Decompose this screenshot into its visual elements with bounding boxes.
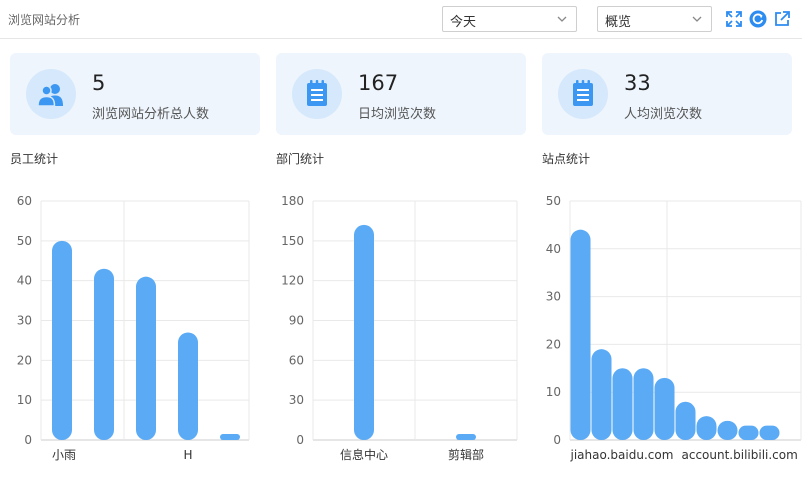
notepad-icon — [573, 80, 593, 106]
bar — [591, 349, 612, 440]
y-tick-label: 30 — [546, 290, 561, 304]
stat-label: 日均浏览次数 — [358, 107, 437, 122]
section-title-site: 站点统计 — [542, 152, 591, 166]
y-tick-label: 40 — [17, 274, 32, 288]
dept-bar-chart: 0 30 60 90 120 150 180 信息中心 剪辑部 — [281, 194, 518, 462]
x-tick-label: 小雨 — [52, 448, 76, 462]
stat-value: 33 — [624, 71, 651, 95]
bar — [178, 332, 198, 440]
view-select-value: 概览 — [605, 15, 632, 30]
y-tick-label: 120 — [281, 274, 304, 288]
y-tick-label: 60 — [289, 353, 304, 367]
y-tick-label: 180 — [281, 194, 304, 208]
site-bar-chart: 0 10 20 30 40 50 jiahao.baidu.com account.bilib… — [546, 194, 802, 462]
x-tick-label: jiahao.baidu.com — [570, 448, 674, 462]
view-select[interactable]: 概览 — [597, 6, 712, 32]
bar — [220, 434, 240, 440]
y-tick-label: 40 — [546, 242, 561, 256]
bar — [675, 401, 696, 440]
stat-label: 人均浏览次数 — [624, 107, 703, 122]
y-tick-label: 150 — [281, 234, 304, 248]
refresh-icon[interactable] — [749, 10, 767, 28]
y-tick-label: 30 — [17, 314, 32, 328]
x-tick-label: 剪辑部 — [448, 447, 484, 462]
x-tick-label: H — [183, 448, 192, 462]
y-tick-label: 50 — [546, 194, 561, 208]
x-tick-label: 信息中心 — [340, 447, 388, 462]
stat-value: 167 — [358, 71, 399, 95]
section-title-dept: 部门统计 — [276, 152, 325, 166]
y-tick-label: 0 — [296, 433, 304, 447]
y-tick-label: 0 — [553, 433, 561, 447]
stat-card-total-users: 5 浏览网站分析总人数 — [10, 53, 260, 135]
y-tick-label: 0 — [24, 433, 32, 447]
bar — [456, 434, 476, 440]
y-tick-label: 20 — [17, 353, 32, 367]
chevron-down-icon — [557, 16, 567, 22]
bar — [738, 425, 759, 440]
bar — [570, 229, 591, 440]
bar — [94, 268, 114, 440]
bar — [696, 416, 717, 440]
users-icon — [37, 84, 63, 107]
stat-label: 浏览网站分析总人数 — [92, 107, 210, 122]
fullscreen-icon[interactable] — [725, 10, 743, 28]
y-tick-label: 50 — [17, 234, 32, 248]
notepad-icon — [307, 80, 327, 106]
staff-bar-chart: 0 10 20 30 40 50 60 小雨 H — [17, 194, 250, 462]
bar — [354, 224, 374, 440]
bar — [759, 425, 780, 440]
chevron-down-icon — [692, 16, 702, 22]
top-bar: 浏览网站分析 今天 概览 — [0, 0, 802, 39]
bar — [136, 276, 156, 440]
y-tick-label: 90 — [289, 314, 304, 328]
x-tick-label: account.bilibili.com — [682, 448, 798, 462]
section-title-staff: 员工统计 — [10, 152, 59, 166]
y-tick-label: 10 — [546, 385, 561, 399]
icon-badge — [26, 69, 76, 119]
y-tick-label: 30 — [289, 393, 304, 407]
y-tick-label: 10 — [17, 393, 32, 407]
y-tick-label: 60 — [17, 194, 32, 208]
y-tick-label: 20 — [546, 337, 561, 351]
stat-card-daily-views: 167 日均浏览次数 — [276, 53, 526, 135]
bar — [52, 240, 72, 440]
bar — [654, 377, 675, 440]
export-icon[interactable] — [773, 10, 791, 28]
bar — [612, 368, 633, 440]
bar — [717, 420, 738, 440]
bar — [633, 368, 654, 440]
stat-card-per-user-views: 33 人均浏览次数 — [542, 53, 792, 135]
period-select-value: 今天 — [450, 15, 477, 30]
stat-value: 5 — [92, 71, 106, 95]
period-select[interactable]: 今天 — [442, 6, 577, 32]
page-title: 浏览网站分析 — [8, 13, 81, 27]
icon-badge — [558, 69, 608, 119]
icon-badge — [292, 69, 342, 119]
